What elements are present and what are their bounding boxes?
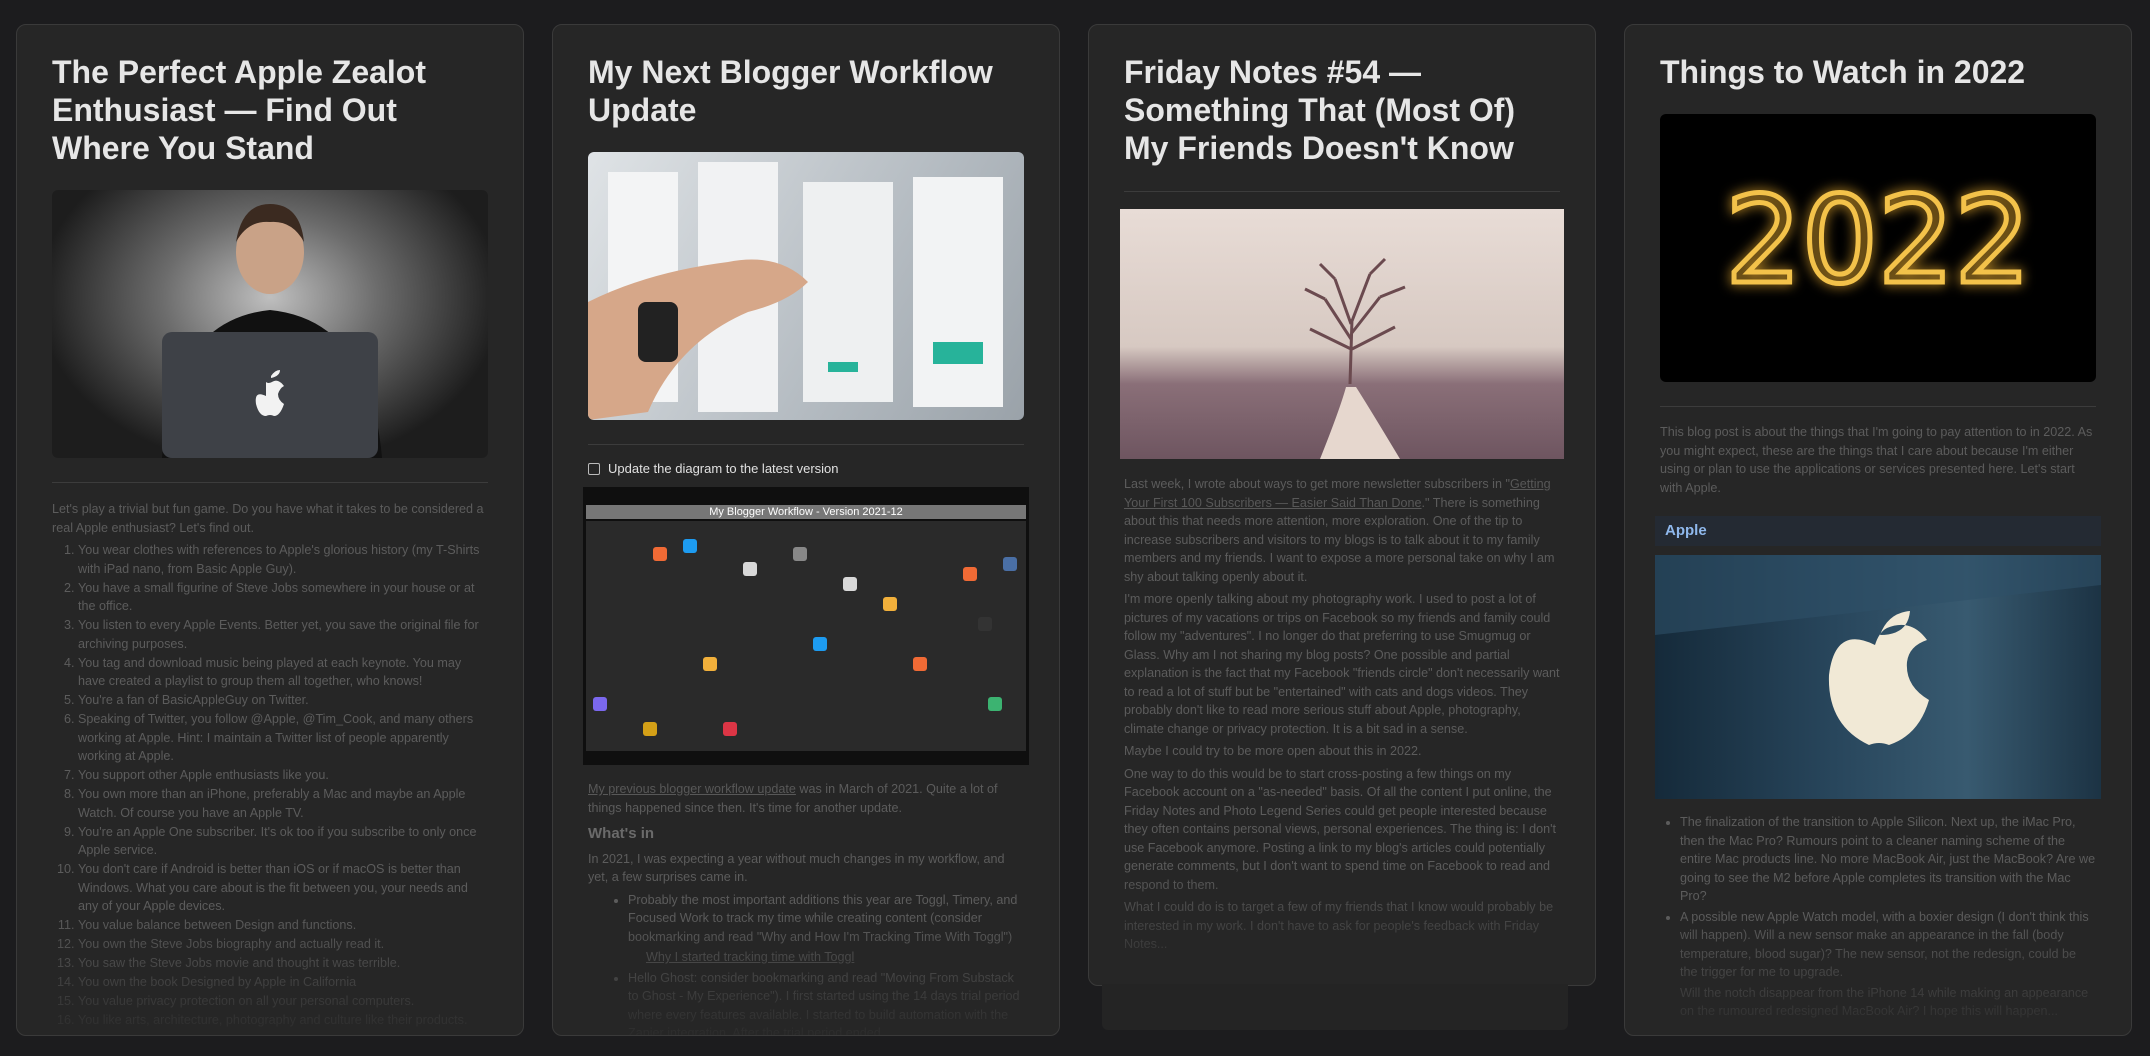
hero-2022-text: 2022	[1725, 172, 2030, 311]
app-node	[913, 657, 927, 671]
checkbox[interactable]	[588, 462, 600, 475]
hero-image-2022-sparkler: 2022	[1660, 114, 2096, 382]
article-card-2[interactable]: My Next Blogger Workflow Update Update t…	[552, 24, 1060, 1036]
previous-update-link[interactable]: My previous blogger workflow update	[588, 782, 796, 796]
list-item: You support other Apple enthusiasts like…	[78, 766, 488, 785]
app-node	[978, 617, 992, 631]
paragraph: Maybe I could try to be more open about …	[1124, 744, 1422, 758]
list-item: You have a small figurine of Steve Jobs …	[78, 579, 488, 616]
app-node	[723, 722, 737, 736]
list-item: You own the Steve Jobs biography and act…	[78, 935, 488, 954]
app-node	[643, 722, 657, 736]
card-title[interactable]: Things to Watch in 2022	[1660, 53, 2096, 91]
app-node	[683, 539, 697, 553]
section-heading-apple: Apple	[1655, 516, 2101, 546]
app-node	[703, 657, 717, 671]
paragraph: I'm more openly talking about my photogr…	[1124, 592, 1560, 736]
numbered-list: You wear clothes with references to Appl…	[52, 541, 488, 1030]
app-node	[593, 697, 607, 711]
diagram-title: My Blogger Workflow - Version 2021-12	[586, 505, 1026, 519]
list-item: You value privacy protection on all your…	[78, 992, 488, 1011]
list-item: You listen to every Apple Events. Better…	[78, 616, 488, 653]
list-item: You tag and download music being played …	[78, 654, 488, 691]
list-item: Hello Ghost: consider bookmarking and re…	[628, 969, 1024, 1036]
task-checkbox-row[interactable]: Update the diagram to the latest version	[588, 461, 1024, 476]
card-body: This blog post is about the things that …	[1660, 423, 2096, 501]
intro-text: Let's play a trivial but fun game. Do yo…	[52, 502, 484, 535]
list-item: You like arts, architecture, photography…	[78, 1011, 488, 1030]
intro-text: This blog post is about the things that …	[1660, 425, 2093, 495]
app-node	[813, 637, 827, 651]
card-body: Last week, I wrote about ways to get mor…	[1124, 475, 1560, 958]
app-node	[988, 697, 1002, 711]
list-item: You wear clothes with references to Appl…	[78, 541, 488, 578]
app-node	[843, 577, 857, 591]
hero-image-workflow-board	[588, 152, 1024, 420]
list-item: You don't care if Android is better than…	[78, 860, 488, 916]
list-item: You own the book Designed by Apple in Ca…	[78, 973, 488, 992]
app-node	[653, 547, 667, 561]
card-shadow-strip	[1102, 984, 1568, 1030]
app-node	[793, 547, 807, 561]
article-card-3[interactable]: Friday Notes #54 — Something That (Most …	[1088, 24, 1596, 986]
app-node	[963, 567, 977, 581]
card-body: My previous blogger workflow update was …	[588, 780, 1024, 1036]
article-card-1[interactable]: The Perfect Apple Zealot Enthusiast — Fi…	[16, 24, 524, 1036]
list-item: You own more than an iPhone, preferably …	[78, 785, 488, 822]
section-heading: What's in	[588, 825, 655, 842]
list-item: You're an Apple One subscriber. It's ok …	[78, 823, 488, 860]
list-item: You saw the Steve Jobs movie and thought…	[78, 954, 488, 973]
list-item: Probably the most important additions th…	[628, 891, 1024, 947]
card-title[interactable]: The Perfect Apple Zealot Enthusiast — Fi…	[52, 53, 488, 167]
article-card-4[interactable]: Things to Watch in 2022 2022 This blog p…	[1624, 24, 2132, 1036]
list-item: You value balance between Design and fun…	[78, 916, 488, 935]
article-link[interactable]: Why I started tracking time with Toggl	[646, 950, 854, 964]
hero-image-person-macbook	[52, 190, 488, 458]
list-item: Speaking of Twitter, you follow @Apple, …	[78, 710, 488, 766]
task-label: Update the diagram to the latest version	[608, 461, 839, 476]
card-title[interactable]: Friday Notes #54 — Something That (Most …	[1124, 53, 1560, 167]
app-node	[883, 597, 897, 611]
list-item: You're a fan of BasicAppleGuy on Twitter…	[78, 691, 488, 710]
paragraph: One way to do this would be to start cro…	[1124, 766, 1557, 892]
app-node	[1003, 557, 1017, 571]
card-body: Let's play a trivial but fun game. Do yo…	[52, 500, 488, 1030]
app-node	[743, 562, 757, 576]
paragraph: In 2021, I was expecting a year without …	[588, 851, 1005, 885]
paragraph: Will the notch disappear from the iPhone…	[1680, 985, 2089, 1019]
hero-image-lone-tree	[1120, 209, 1564, 459]
workflow-diagram: My Blogger Workflow - Version 2021-12	[583, 487, 1029, 765]
list-item: The finalization of the transition to Ap…	[1680, 813, 2096, 906]
card-title[interactable]: My Next Blogger Workflow Update	[588, 53, 1024, 129]
paragraph: What I could do is to target a few of my…	[1124, 900, 1554, 951]
apple-store-image	[1655, 555, 2101, 799]
card-body-list: The finalization of the transition to Ap…	[1660, 813, 2096, 1025]
list-item: A possible new Apple Watch model, with a…	[1680, 908, 2096, 982]
